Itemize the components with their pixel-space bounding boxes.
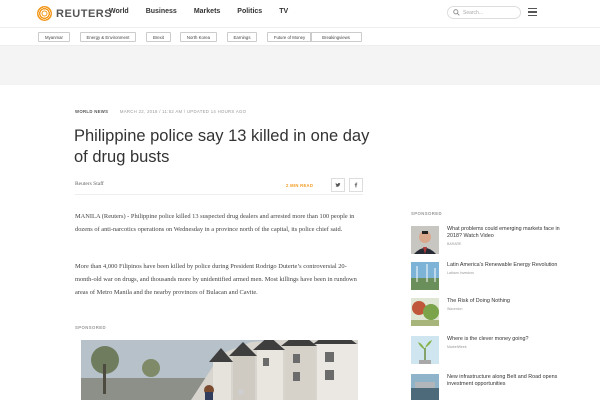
sidebar-thumbnail xyxy=(411,336,439,364)
topic-chip-breakingviews[interactable]: Breakingviews xyxy=(310,32,362,42)
sidebar-item-title[interactable]: Where is the clever money going? xyxy=(447,336,529,342)
sidebar-item[interactable]: New infrastructure along Belt and Road o… xyxy=(411,374,571,400)
sponsored-ad-image[interactable] xyxy=(81,340,358,400)
topic-chip-future-of-money[interactable]: Future of Money xyxy=(267,32,312,42)
sidebar-item-source: BARARE xyxy=(447,242,462,247)
sidebar-thumbnail xyxy=(411,374,439,400)
sidebar-item-source: MarketWeek xyxy=(447,344,467,349)
sidebar-item-source: Latham Investors xyxy=(447,270,474,275)
article-meta: WORLD NEWS MARCH 22, 2018 / 11:52 AM / U… xyxy=(75,109,246,114)
sidebar-item[interactable]: Where is the clever money going? MarketW… xyxy=(411,336,571,366)
site-header: REUTERS World Business Markets Politics … xyxy=(0,0,600,27)
reuters-logo[interactable]: REUTERS xyxy=(37,6,112,21)
reuters-logo-icon xyxy=(37,6,52,21)
topic-chip-north-korea[interactable]: North Korea xyxy=(180,32,217,42)
ad-banner-placeholder xyxy=(0,46,600,85)
article-paragraph: More than 4,000 Filipinos have been kill… xyxy=(75,263,357,296)
twitter-icon xyxy=(335,182,341,187)
sidebar-item[interactable]: Latin America's Renewable Energy Revolut… xyxy=(411,262,571,292)
nav-item-business[interactable]: Business xyxy=(146,8,177,15)
twitter-share-button[interactable] xyxy=(331,178,345,192)
read-time: 2 MIN READ xyxy=(286,183,314,188)
topic-chip-brexit[interactable]: Brexit xyxy=(146,32,171,42)
search-input[interactable] xyxy=(463,9,518,16)
nav-item-markets[interactable]: Markets xyxy=(194,8,220,15)
topic-bar: Myanmar Energy & Environment Brexit Nort… xyxy=(0,27,600,46)
byline: Reuters Staff xyxy=(75,181,104,187)
article-paragraph: MANILA (Reuters) - Philippine police kil… xyxy=(75,213,355,233)
nav-item-world[interactable]: World xyxy=(109,8,129,15)
nav-item-politics[interactable]: Politics xyxy=(237,8,262,15)
topic-chip-myanmar[interactable]: Myanmar xyxy=(38,32,70,42)
sidebar-item-title[interactable]: What problems could emerging markets fac… xyxy=(447,226,560,239)
menu-icon[interactable] xyxy=(528,8,537,16)
nav-item-tv[interactable]: TV xyxy=(279,8,288,15)
sidebar-item[interactable]: What problems could emerging markets fac… xyxy=(411,226,571,256)
sidebar-item-source: Wavenion xyxy=(447,306,463,311)
sponsored-label: SPONSORED xyxy=(75,325,107,330)
sidebar-item-title[interactable]: New infrastructure along Belt and Road o… xyxy=(447,374,557,387)
article-timestamp: MARCH 22, 2018 / 11:52 AM / UPDATED 14 H… xyxy=(119,109,247,114)
topic-chip-earnings[interactable]: Earnings xyxy=(227,32,257,42)
facebook-icon xyxy=(354,182,358,188)
houses-illustration xyxy=(81,340,358,400)
article-section[interactable]: WORLD NEWS xyxy=(75,109,108,114)
sidebar-thumbnail xyxy=(411,262,439,290)
byline-row: Reuters Staff 2 MIN READ xyxy=(75,175,363,195)
sidebar-item-title[interactable]: The Risk of Doing Nothing xyxy=(447,298,510,304)
main-nav: World Business Markets Politics TV xyxy=(109,8,305,15)
sidebar-thumbnail xyxy=(411,298,439,326)
article-title: Philippine police say 13 killed in one d… xyxy=(74,127,370,166)
sidebar-item-title[interactable]: Latin America's Renewable Energy Revolut… xyxy=(447,262,557,268)
topic-chip-energy[interactable]: Energy & Environment xyxy=(80,32,136,42)
sidebar-item[interactable]: The Risk of Doing Nothing Wavenion xyxy=(411,298,571,328)
logo-text: REUTERS xyxy=(56,7,113,20)
facebook-share-button[interactable] xyxy=(349,178,363,192)
search-icon xyxy=(453,9,460,16)
sidebar-sponsored-label: SPONSORED xyxy=(411,211,443,216)
sidebar-thumbnail xyxy=(411,226,439,254)
search-box[interactable] xyxy=(447,6,521,19)
